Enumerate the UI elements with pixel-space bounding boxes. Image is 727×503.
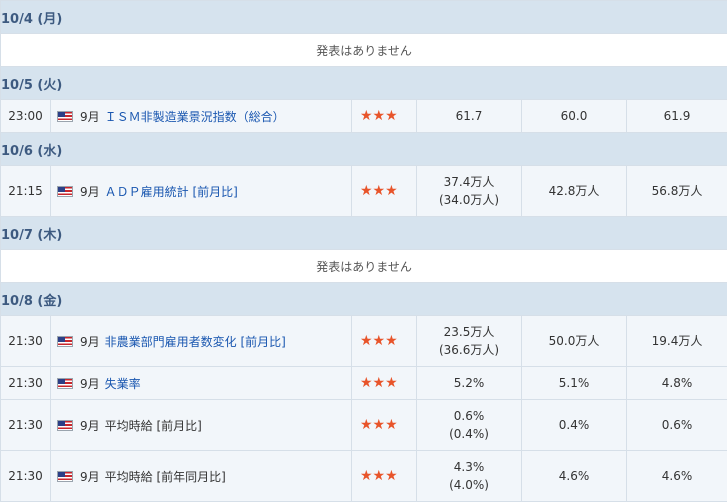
us-flag-icon bbox=[57, 110, 73, 122]
star-icon: ★★★ bbox=[360, 333, 398, 349]
no-events-text: 発表はありません bbox=[0, 33, 727, 67]
date-header: 10/7 (木) bbox=[0, 216, 727, 250]
star-icon: ★★★ bbox=[360, 108, 398, 124]
event-time: 21:30 bbox=[0, 399, 51, 451]
us-flag-icon bbox=[57, 419, 73, 431]
actual-value: 0.6% bbox=[453, 409, 485, 423]
event-name-cell: 9月 ＡＤＰ雇用統計 [前月比] bbox=[50, 165, 352, 217]
event-name-link[interactable]: ＡＤＰ雇用統計 [前月比] bbox=[105, 185, 238, 199]
date-header: 10/8 (金) bbox=[0, 282, 727, 316]
date-header-row: 10/6 (水) bbox=[0, 132, 727, 166]
event-month: 9月 bbox=[80, 418, 100, 433]
star-icon: ★★★ bbox=[360, 468, 398, 484]
actual-revised-value: (34.0万人) bbox=[438, 193, 500, 207]
forecast-value: 0.4% bbox=[521, 399, 627, 451]
event-name-link[interactable]: 失業率 bbox=[105, 377, 141, 391]
actual-cell: 0.6% (0.4%) bbox=[416, 399, 522, 451]
date-header: 10/4 (月) bbox=[0, 0, 727, 34]
event-name-cell: 9月 ＩＳＭ非製造業景況指数（総合） bbox=[50, 99, 352, 133]
event-month: 9月 bbox=[80, 376, 100, 391]
event-row: 21:30 9月 平均時給 [前年同月比] ★★★ 4.3% (4.0%) 4.6% 4.6% bbox=[0, 450, 727, 502]
event-time: 23:00 bbox=[0, 99, 51, 133]
event-month: 9月 bbox=[80, 184, 100, 199]
actual-revised-value: (4.0%) bbox=[449, 478, 489, 492]
event-time: 21:15 bbox=[0, 165, 51, 217]
event-time: 21:30 bbox=[0, 450, 51, 502]
no-events-row: 発表はありません bbox=[0, 249, 727, 283]
previous-value: 0.6% bbox=[625, 399, 727, 451]
actual-revised-value: (36.6万人) bbox=[438, 343, 500, 357]
star-icon: ★★★ bbox=[360, 375, 398, 391]
no-events-text: 発表はありません bbox=[0, 249, 727, 283]
previous-value: 4.8% bbox=[625, 366, 727, 400]
event-name-cell: 9月 非農業部門雇用者数変化 [前月比] bbox=[50, 315, 352, 367]
importance-cell: ★★★ bbox=[351, 366, 417, 400]
forecast-value: 5.1% bbox=[521, 366, 627, 400]
event-name-cell: 9月 失業率 bbox=[50, 366, 352, 400]
date-header: 10/6 (水) bbox=[0, 132, 727, 166]
forecast-value: 60.0 bbox=[521, 99, 627, 133]
importance-cell: ★★★ bbox=[351, 450, 417, 502]
event-time: 21:30 bbox=[0, 315, 51, 367]
us-flag-icon bbox=[57, 470, 73, 482]
date-header-row: 10/8 (金) bbox=[0, 282, 727, 316]
event-row: 21:30 9月 平均時給 [前月比] ★★★ 0.6% (0.4%) 0.4% 0.6% bbox=[0, 399, 727, 451]
forecast-value: 42.8万人 bbox=[521, 165, 627, 217]
event-name-cell: 9月 平均時給 [前年同月比] bbox=[50, 450, 352, 502]
event-row: 21:15 9月 ＡＤＰ雇用統計 [前月比] ★★★ 37.4万人 (34.0万人) 42.… bbox=[0, 165, 727, 217]
importance-cell: ★★★ bbox=[351, 399, 417, 451]
importance-cell: ★★★ bbox=[351, 165, 417, 217]
previous-value: 4.6% bbox=[625, 450, 727, 502]
economic-calendar-table: 10/4 (月) 発表はありません 10/5 (火) 23:00 9月 ＩＳＭ非製造業景況… bbox=[0, 0, 727, 502]
event-name: 平均時給 [前月比] bbox=[104, 418, 202, 433]
actual-cell: 37.4万人 (34.0万人) bbox=[416, 165, 522, 217]
actual-revised-value: (0.4%) bbox=[449, 427, 489, 441]
importance-cell: ★★★ bbox=[351, 315, 417, 367]
date-header-row: 10/7 (木) bbox=[0, 216, 727, 250]
actual-value: 5.2% bbox=[453, 376, 485, 390]
event-month: 9月 bbox=[80, 334, 100, 349]
event-row: 23:00 9月 ＩＳＭ非製造業景況指数（総合） ★★★ 61.7 60.0 61.9 bbox=[0, 99, 727, 133]
us-flag-icon bbox=[57, 377, 73, 389]
actual-value: 23.5万人 bbox=[443, 325, 495, 339]
actual-cell: 61.7 bbox=[416, 99, 522, 133]
us-flag-icon bbox=[57, 335, 73, 347]
forecast-value: 4.6% bbox=[521, 450, 627, 502]
actual-value: 61.7 bbox=[455, 109, 483, 123]
previous-value: 56.8万人 bbox=[625, 165, 727, 217]
date-header: 10/5 (火) bbox=[0, 66, 727, 100]
event-row: 21:30 9月 失業率 ★★★ 5.2% 5.1% 4.8% bbox=[0, 366, 727, 400]
date-header-row: 10/4 (月) bbox=[0, 0, 727, 34]
event-name-link[interactable]: 非農業部門雇用者数変化 [前月比] bbox=[105, 335, 286, 349]
forecast-value: 50.0万人 bbox=[521, 315, 627, 367]
event-month: 9月 bbox=[80, 469, 100, 484]
star-icon: ★★★ bbox=[360, 183, 398, 199]
previous-value: 19.4万人 bbox=[625, 315, 727, 367]
us-flag-icon bbox=[57, 185, 73, 197]
actual-cell: 5.2% bbox=[416, 366, 522, 400]
importance-cell: ★★★ bbox=[351, 99, 417, 133]
event-row: 21:30 9月 非農業部門雇用者数変化 [前月比] ★★★ 23.5万人 (36.6万人… bbox=[0, 315, 727, 367]
previous-value: 61.9 bbox=[625, 99, 727, 133]
actual-cell: 23.5万人 (36.6万人) bbox=[416, 315, 522, 367]
event-time: 21:30 bbox=[0, 366, 51, 400]
no-events-row: 発表はありません bbox=[0, 33, 727, 67]
event-name-link[interactable]: ＩＳＭ非製造業景況指数（総合） bbox=[105, 110, 285, 124]
star-icon: ★★★ bbox=[360, 417, 398, 433]
date-header-row: 10/5 (火) bbox=[0, 66, 727, 100]
event-name-cell: 9月 平均時給 [前月比] bbox=[50, 399, 352, 451]
actual-cell: 4.3% (4.0%) bbox=[416, 450, 522, 502]
event-month: 9月 bbox=[80, 109, 100, 124]
event-name: 平均時給 [前年同月比] bbox=[104, 469, 226, 484]
actual-value: 4.3% bbox=[453, 460, 485, 474]
actual-value: 37.4万人 bbox=[443, 175, 495, 189]
